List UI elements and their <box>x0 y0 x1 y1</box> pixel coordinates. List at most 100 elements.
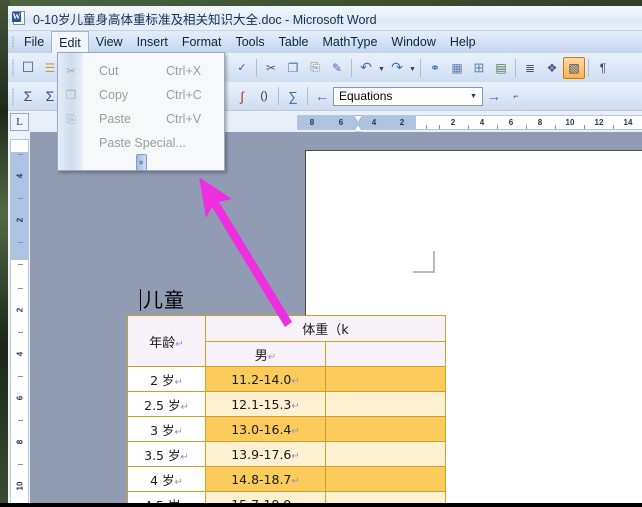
text-cursor <box>140 289 141 311</box>
menu-item-help[interactable]: Help <box>443 31 483 53</box>
cut-icon[interactable]: ✂ <box>260 57 282 79</box>
menu-item-format-label: Format <box>182 35 222 49</box>
undo-icon[interactable]: ↶ <box>355 57 377 79</box>
ruler-tick-8r: 8 <box>538 118 542 127</box>
table-cell-age-label: 3 岁 <box>150 423 174 438</box>
mathtype-toolbar-grip[interactable] <box>8 82 17 111</box>
document-workspace[interactable]: 儿童 年龄↵ 体重（k 男 ↵ 2 岁↵ 11.2-14.0↵ 2.5 岁↵ 12… <box>30 132 642 504</box>
paste-icon[interactable]: ⎘ <box>304 57 326 79</box>
vruler-tick-6b: 6 <box>15 396 24 400</box>
sigma-glyph: Σ <box>24 88 33 104</box>
menu-item-edit[interactable]: Edit <box>51 31 89 53</box>
table-row[interactable]: 3.5 岁↵ 13.9-17.6↵ <box>128 442 446 467</box>
drawing-icon[interactable]: ❖ <box>541 57 563 79</box>
display-equation-icon[interactable]: () <box>253 85 275 107</box>
menu-item-tools[interactable]: Tools <box>228 31 271 53</box>
copy-glyph: ❐ <box>66 88 77 102</box>
weight-standards-table[interactable]: 年龄↵ 体重（k 男 ↵ 2 岁↵ 11.2-14.0↵ 2.5 岁↵ 12.1-… <box>127 315 446 504</box>
sigma-icon[interactable]: Σ <box>17 85 39 107</box>
tables-borders-glyph: ▦ <box>451 61 462 75</box>
paragraph-mark: ↵ <box>291 476 299 487</box>
scissors-glyph: ✂ <box>66 64 76 78</box>
columns-icon[interactable]: ≣ <box>519 57 541 79</box>
indent-marker[interactable] <box>354 116 362 131</box>
open-folder-glyph: ☰ <box>45 61 56 75</box>
toggle-tex-icon[interactable]: ∑ <box>282 85 304 107</box>
format-painter-icon[interactable]: ✎ <box>326 57 348 79</box>
next-equation-icon[interactable]: → <box>483 85 505 107</box>
tables-and-borders-icon[interactable]: ▦ <box>446 57 468 79</box>
undo-dropdown-arrow-icon[interactable]: ▼ <box>377 57 386 79</box>
previous-equation-glyph: ← <box>315 88 329 104</box>
redo-dropdown-arrow-icon[interactable]: ▼ <box>408 57 417 79</box>
edit-menu-dropdown[interactable]: ✂ Cut Ctrl+X ❐ Copy Ctrl+C ⎘ Paste Ctrl+… <box>57 52 225 171</box>
menu-entry-cut[interactable]: ✂ Cut Ctrl+X <box>58 59 224 83</box>
table-subheader-male-label: 男 <box>255 349 268 364</box>
menu-bar-grip[interactable] <box>8 31 17 53</box>
cut-glyph: ✂ <box>266 61 276 75</box>
document-heading-text: 儿童 <box>143 288 185 312</box>
menu-entry-paste[interactable]: ⎘ Paste Ctrl+V <box>58 107 224 131</box>
menu-entry-copy[interactable]: ❐ Copy Ctrl+C <box>58 83 224 107</box>
menu-item-mathtype[interactable]: MathType <box>316 31 385 53</box>
menu-item-mathtype-label: MathType <box>323 35 378 49</box>
paragraph-mark: ↵ <box>175 427 183 438</box>
paragraph-mark: ↵ <box>180 402 188 413</box>
inline-equation-icon[interactable]: ∫ <box>231 85 253 107</box>
document-map-icon[interactable]: ▧ <box>563 57 585 79</box>
paragraph-mark: ↵ <box>175 339 183 350</box>
standard-toolbar-grip[interactable] <box>8 53 17 82</box>
previous-equation-icon[interactable]: ← <box>311 85 333 107</box>
menu-entry-paste-special[interactable]: Paste Special... <box>58 131 224 155</box>
toolbar-separator <box>351 59 352 77</box>
table-row[interactable]: 3 岁↵ 13.0-16.4↵ <box>128 417 446 442</box>
toolbar-separator <box>307 87 308 105</box>
table-row[interactable]: 2.5 岁↵ 12.1-15.3↵ <box>128 392 446 417</box>
tab-stop-selector[interactable]: L <box>10 113 29 131</box>
menu-item-file[interactable]: File <box>17 31 51 53</box>
equations-combo[interactable]: Equations ▼ <box>333 87 483 106</box>
menu-entry-cut-label: Cut <box>99 64 118 78</box>
spelling-grammar-icon[interactable]: ✓ <box>231 57 253 79</box>
document-heading: 儿童 <box>140 284 185 313</box>
table-row[interactable]: 2 岁↵ 11.2-14.0↵ <box>128 367 446 392</box>
menu-item-insert[interactable]: Insert <box>130 31 175 53</box>
document-map-glyph: ▧ <box>568 61 579 75</box>
insert-hyperlink-icon[interactable]: ⚭ <box>424 57 446 79</box>
table-cell-male-label: 13.0-16.4 <box>231 422 291 437</box>
menu-item-view[interactable]: View <box>89 31 130 53</box>
table-row-header: 年龄↵ 体重（k <box>128 316 446 342</box>
vertical-ruler[interactable]: 4 2 2 4 6 8 10 <box>10 139 29 504</box>
menu-entry-paste-shortcut: Ctrl+V <box>166 112 201 126</box>
redo-glyph: ↷ <box>391 59 403 76</box>
table-row[interactable]: 4 岁↵ 14.8-18.7↵ <box>128 467 446 492</box>
insert-table-icon[interactable]: ⊞ <box>468 57 490 79</box>
ruler-tick-6r: 6 <box>509 118 513 127</box>
drawing-glyph: ❖ <box>547 61 558 75</box>
toolbar-separator <box>420 59 421 77</box>
expand-menu-chevron-glyph: » <box>136 154 147 171</box>
horizontal-ruler[interactable]: 8 6 4 2 2 4 6 8 10 12 14 <box>297 115 642 130</box>
menu-item-format[interactable]: Format <box>175 31 229 53</box>
redo-icon[interactable]: ↷ <box>386 57 408 79</box>
table-cell-male: 13.0-16.4↵ <box>206 417 326 442</box>
toolbar-separator <box>256 59 257 77</box>
insert-excel-sheet-icon[interactable]: ▤ <box>490 57 512 79</box>
table-cell-male: 14.8-18.7↵ <box>206 467 326 492</box>
display-equation-glyph: () <box>260 90 267 102</box>
show-hide-marks-icon[interactable]: ¶ <box>592 57 614 79</box>
chevron-down-icon[interactable]: ▼ <box>466 89 481 104</box>
menu-entry-paste-label: Paste <box>99 112 131 126</box>
vruler-tick-2t: 2 <box>15 218 24 222</box>
table-cell-age: 3 岁↵ <box>128 417 206 442</box>
toolbar-options-icon[interactable]: ⌐ <box>505 85 527 107</box>
copy-icon[interactable]: ❐ <box>282 57 304 79</box>
table-subheader-female <box>326 342 446 367</box>
menu-entry-paste-special-label: Paste Special... <box>99 136 186 150</box>
menu-item-table[interactable]: Table <box>272 31 316 53</box>
expand-menu-chevron[interactable]: » <box>58 156 224 169</box>
menu-item-window[interactable]: Window <box>384 31 442 53</box>
new-document-icon[interactable]: ☐ <box>17 57 39 79</box>
paste-glyph: ⎘ <box>66 112 76 127</box>
paste-icon: ⎘ <box>62 110 80 128</box>
